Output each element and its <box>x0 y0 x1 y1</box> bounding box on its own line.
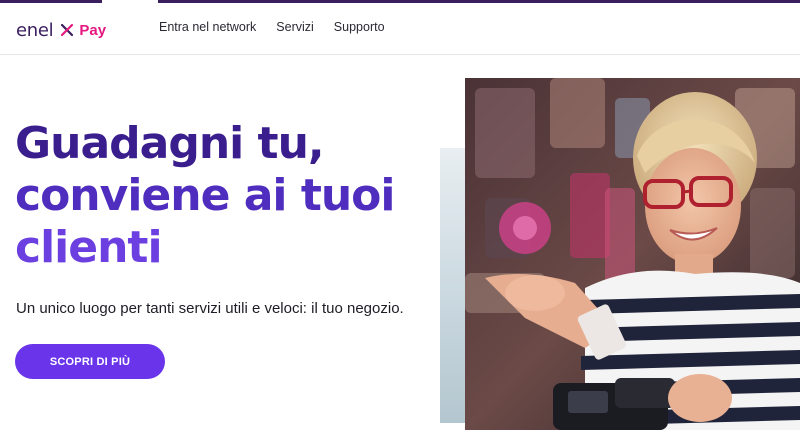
hero-title-line-3: clienti <box>15 222 163 273</box>
hero-title: Guadagni tu, conviene ai tuoi clienti <box>15 118 445 274</box>
nav-item-entra-nel-network[interactable]: Entra nel network <box>159 20 256 34</box>
discover-more-button[interactable]: SCOPRI DI PIÙ <box>15 344 165 379</box>
nav-item-servizi[interactable]: Servizi <box>276 20 314 34</box>
logo-pay-text: Pay <box>79 21 107 39</box>
shopkeeper-photo <box>465 78 800 430</box>
hero-subtitle: Un unico luogo per tanti servizi utili e… <box>16 300 404 317</box>
site-header: enel Pay Entra nel network Servizi Suppo… <box>0 3 800 55</box>
nav-item-supporto[interactable]: Supporto <box>334 20 385 34</box>
hero-title-line-2: conviene ai tuoi <box>15 170 395 221</box>
logo-enel-text: enel <box>16 19 54 41</box>
hero-title-line-1: Guadagni tu, <box>15 118 325 169</box>
x-logo-icon <box>59 22 75 38</box>
enel-x-pay-logo[interactable]: enel Pay <box>16 19 106 41</box>
main-nav: Entra nel network Servizi Supporto <box>159 20 385 34</box>
